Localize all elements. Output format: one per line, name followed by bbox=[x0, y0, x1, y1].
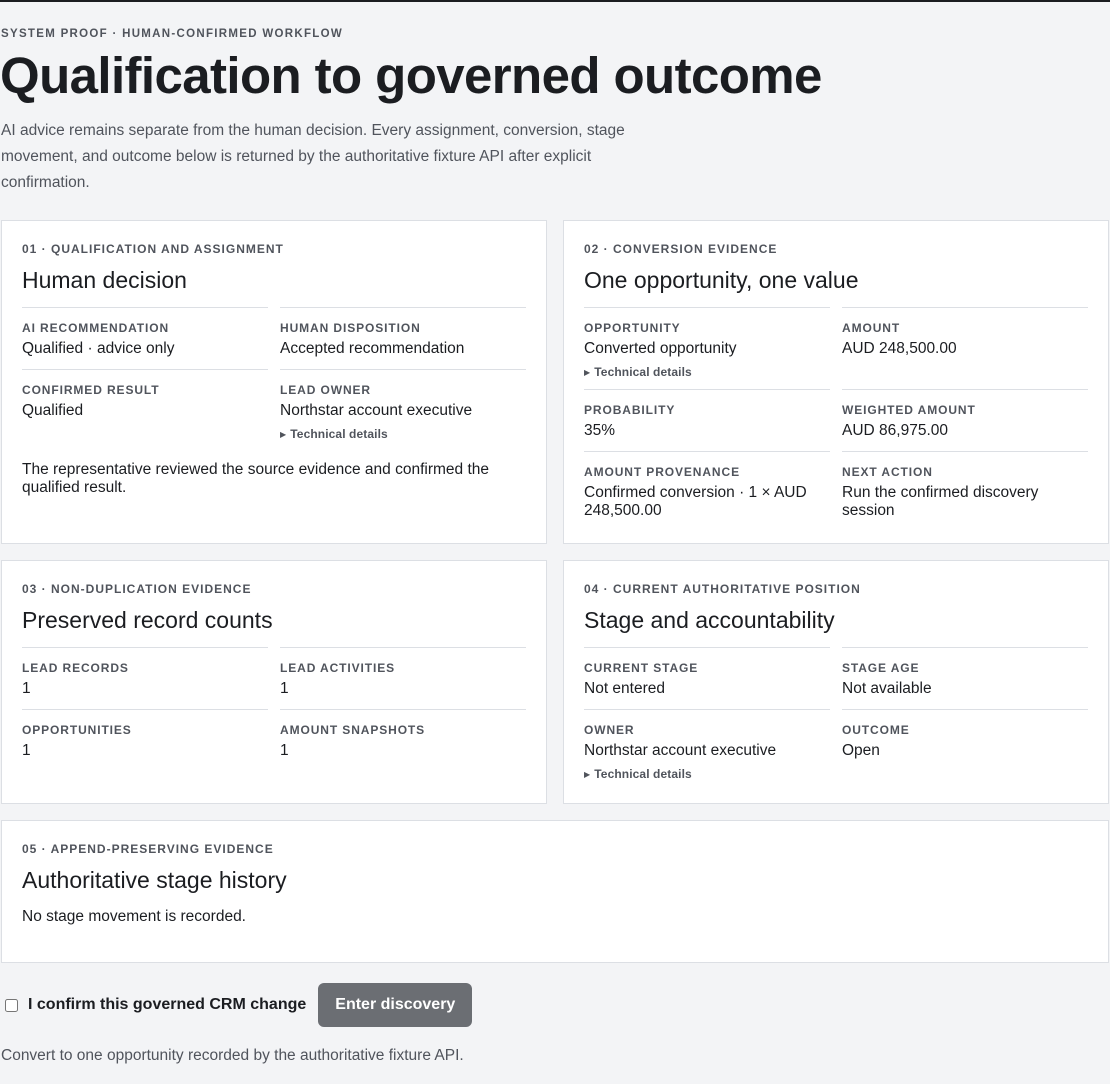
page-title: Qualification to governed outcome bbox=[0, 47, 822, 104]
field-value: 1 bbox=[22, 680, 31, 697]
disclosure-triangle-icon: ▶ bbox=[584, 770, 591, 779]
field-label: HUMAN DISPOSITION bbox=[280, 321, 421, 335]
field-opportunities: OPPORTUNITIES 1 bbox=[22, 709, 268, 771]
field-label: STAGE AGE bbox=[842, 661, 920, 675]
technical-details-toggle[interactable]: ▶ Technical details bbox=[584, 767, 830, 782]
card-conversion: 02 · CONVERSION EVIDENCE One opportunity… bbox=[563, 220, 1109, 544]
card-title: One opportunity, one value bbox=[584, 267, 859, 293]
field-human-disposition: HUMAN DISPOSITION Accepted recommendatio… bbox=[280, 307, 526, 369]
field-value: Open bbox=[842, 742, 880, 759]
disclosure-triangle-icon: ▶ bbox=[584, 368, 591, 377]
card-title: Authoritative stage history bbox=[22, 867, 287, 893]
field-label: OPPORTUNITY bbox=[584, 321, 681, 335]
field-value: 1 bbox=[280, 680, 289, 697]
field-grid: AI RECOMMENDATION Qualified · advice onl… bbox=[22, 307, 526, 451]
field-label: LEAD OWNER bbox=[280, 383, 371, 397]
card-eyebrow: 05 · APPEND-PRESERVING EVIDENCE bbox=[22, 842, 274, 856]
field-value: Qualified · advice only bbox=[22, 340, 175, 357]
enter-discovery-button[interactable]: Enter discovery bbox=[318, 983, 473, 1027]
field-value: Accepted recommendation bbox=[280, 340, 465, 357]
field-confirmed-result: CONFIRMED RESULT Qualified bbox=[22, 369, 268, 451]
field-probability: PROBABILITY 35% bbox=[584, 389, 830, 451]
confirm-checkbox-label[interactable]: I confirm this governed CRM change bbox=[28, 996, 306, 1014]
field-value: Run the confirmed discovery session bbox=[842, 484, 1039, 519]
field-weighted-amount: WEIGHTED AMOUNT AUD 86,975.00 bbox=[842, 389, 1088, 451]
card-authoritative-position: 04 · CURRENT AUTHORITATIVE POSITION Stag… bbox=[563, 560, 1109, 804]
field-label: OWNER bbox=[584, 723, 635, 737]
field-grid: LEAD RECORDS 1 LEAD ACTIVITIES 1 OPPORTU… bbox=[22, 647, 526, 771]
field-label: OUTCOME bbox=[842, 723, 910, 737]
field-label: PROBABILITY bbox=[584, 403, 676, 417]
field-value: Not entered bbox=[584, 680, 665, 697]
field-value: Northstar account executive bbox=[584, 742, 777, 759]
footer-note: Convert to one opportunity recorded by t… bbox=[1, 1047, 464, 1064]
card-eyebrow: 02 · CONVERSION EVIDENCE bbox=[584, 242, 778, 256]
field-label: AMOUNT SNAPSHOTS bbox=[280, 723, 426, 737]
disclosure-triangle-icon: ▶ bbox=[280, 430, 287, 439]
field-grid: CURRENT STAGE Not entered STAGE AGE Not … bbox=[584, 647, 1088, 791]
field-value: Qualified bbox=[22, 402, 84, 419]
confirm-checkbox[interactable] bbox=[5, 998, 18, 1012]
technical-details-label: Technical details bbox=[594, 767, 692, 781]
stage-history-empty-text: No stage movement is recorded. bbox=[22, 908, 246, 925]
field-label: CURRENT STAGE bbox=[584, 661, 699, 675]
field-label: AI RECOMMENDATION bbox=[22, 321, 170, 335]
field-amount-provenance: AMOUNT PROVENANCE Confirmed conversion ·… bbox=[584, 451, 830, 529]
field-label: OPPORTUNITIES bbox=[22, 723, 132, 737]
confirmation-row: I confirm this governed CRM change Enter… bbox=[4, 983, 473, 1027]
technical-details-toggle[interactable]: ▶ Technical details bbox=[584, 365, 830, 380]
card-eyebrow: 01 · QUALIFICATION AND ASSIGNMENT bbox=[22, 242, 284, 256]
field-value: Converted opportunity bbox=[584, 340, 737, 357]
card-non-duplication: 03 · NON-DUPLICATION EVIDENCE Preserved … bbox=[1, 560, 547, 804]
technical-details-label: Technical details bbox=[290, 427, 388, 441]
field-amount-snapshots: AMOUNT SNAPSHOTS 1 bbox=[280, 709, 526, 771]
technical-details-label: Technical details bbox=[594, 365, 692, 379]
field-stage-age: STAGE AGE Not available bbox=[842, 647, 1088, 709]
technical-details-toggle[interactable]: ▶ Technical details bbox=[280, 427, 526, 442]
field-next-action: NEXT ACTION Run the confirmed discovery … bbox=[842, 451, 1088, 529]
field-owner: OWNER Northstar account executive ▶ Techn… bbox=[584, 709, 830, 791]
field-label: WEIGHTED AMOUNT bbox=[842, 403, 976, 417]
field-ai-recommendation: AI RECOMMENDATION Qualified · advice onl… bbox=[22, 307, 268, 369]
field-grid: OPPORTUNITY Converted opportunity ▶ Techn… bbox=[584, 307, 1088, 529]
field-value: 1 bbox=[22, 742, 31, 759]
field-lead-owner: LEAD OWNER Northstar account executive ▶… bbox=[280, 369, 526, 451]
field-label: AMOUNT bbox=[842, 321, 901, 335]
field-label: AMOUNT PROVENANCE bbox=[584, 465, 740, 479]
field-value: Northstar account executive bbox=[280, 402, 473, 419]
field-outcome: OUTCOME Open bbox=[842, 709, 1088, 791]
field-lead-activities: LEAD ACTIVITIES 1 bbox=[280, 647, 526, 709]
card-eyebrow: 04 · CURRENT AUTHORITATIVE POSITION bbox=[584, 582, 861, 596]
card-stage-history: 05 · APPEND-PRESERVING EVIDENCE Authorit… bbox=[1, 820, 1109, 963]
card-title: Human decision bbox=[22, 267, 187, 293]
card-note: The representative reviewed the source e… bbox=[22, 461, 489, 496]
field-label: LEAD RECORDS bbox=[22, 661, 129, 675]
field-opportunity: OPPORTUNITY Converted opportunity ▶ Techn… bbox=[584, 307, 830, 389]
field-label: LEAD ACTIVITIES bbox=[280, 661, 396, 675]
page-intro: AI advice remains separate from the huma… bbox=[1, 122, 625, 191]
field-label: NEXT ACTION bbox=[842, 465, 933, 479]
field-lead-records: LEAD RECORDS 1 bbox=[22, 647, 268, 709]
field-value: AUD 86,975.00 bbox=[842, 422, 948, 439]
page-eyebrow: SYSTEM PROOF · HUMAN-CONFIRMED WORKFLOW bbox=[1, 28, 344, 40]
field-value: AUD 248,500.00 bbox=[842, 340, 957, 357]
field-amount: AMOUNT AUD 248,500.00 bbox=[842, 307, 1088, 389]
card-title: Stage and accountability bbox=[584, 607, 835, 633]
field-value: 35% bbox=[584, 422, 616, 439]
field-current-stage: CURRENT STAGE Not entered bbox=[584, 647, 830, 709]
card-title: Preserved record counts bbox=[22, 607, 273, 633]
field-value: Confirmed conversion · 1 × AUD 248,500.0… bbox=[584, 484, 807, 519]
field-value: Not available bbox=[842, 680, 932, 697]
field-value: 1 bbox=[280, 742, 289, 759]
card-qualification: 01 · QUALIFICATION AND ASSIGNMENT Human … bbox=[1, 220, 547, 544]
field-label: CONFIRMED RESULT bbox=[22, 383, 160, 397]
card-eyebrow: 03 · NON-DUPLICATION EVIDENCE bbox=[22, 582, 252, 596]
